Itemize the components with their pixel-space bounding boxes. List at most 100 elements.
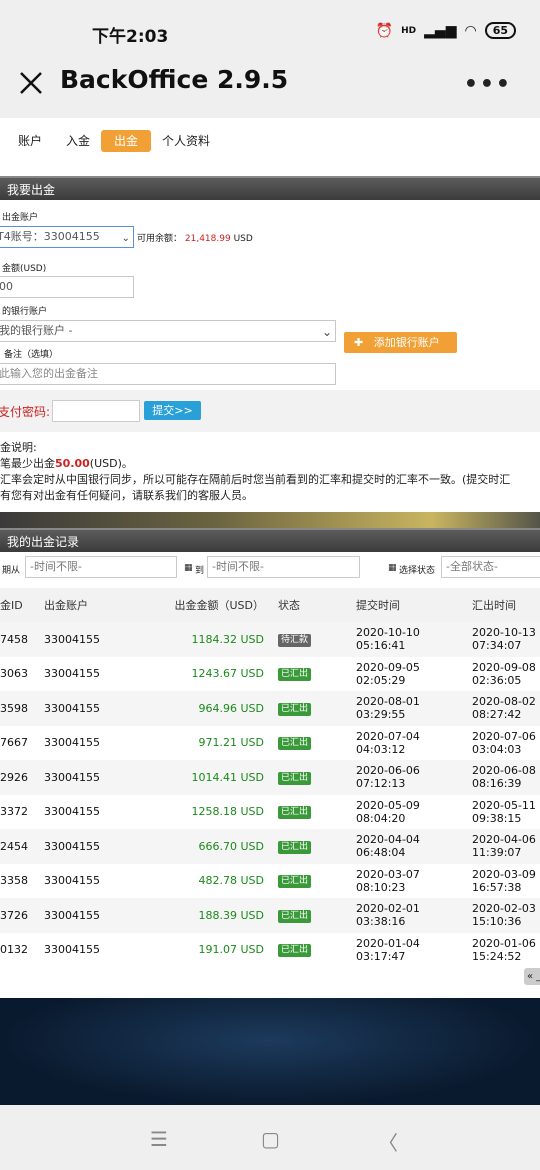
amount-cell: 971.21 USD [198, 736, 265, 750]
amount-input[interactable]: 00 [0, 276, 134, 298]
status-cell: 已汇出 [278, 795, 356, 830]
time-text: 07:12:13 [356, 777, 406, 791]
status-cell: 已汇出 [278, 657, 356, 692]
col-amount: 出金金额（USD） [130, 588, 278, 622]
date-text: 2020-02-03 [472, 902, 536, 916]
home-icon[interactable]: ▢ [261, 1127, 280, 1151]
account-cell: 33004155 [44, 874, 100, 888]
status-cell: 已汇出 [278, 726, 356, 761]
submit-button[interactable]: 提交>> [144, 401, 201, 420]
amount-cell: 964.96 USD [130, 691, 278, 726]
notes-title: 金说明: [0, 441, 37, 454]
account-select[interactable]: T4账号：33004155 ⌄ [0, 226, 134, 248]
chevron-down-icon: ⌄ [121, 233, 130, 244]
amount-label: 金额(USD) [2, 264, 47, 274]
date-from-input[interactable]: -时间不限- [25, 556, 177, 578]
status-time: 下午2:03 [92, 27, 169, 47]
status-badge: 待汇款 [278, 633, 312, 647]
date-text: 2020-09-08 [472, 660, 536, 674]
remit-time-cell: 2020-05-11 09:38:15 [472, 795, 540, 830]
date-to-input[interactable]: -时间不限- [207, 556, 360, 578]
time-text: 15:10:36 [472, 915, 522, 929]
submit-time-cell: 2020-10-10 05:16:41 [356, 622, 472, 657]
status-cell: 已汇出 [278, 864, 356, 899]
date-text: 2020-04-06 [472, 833, 536, 847]
remit-time-cell: 2020-03-09 16:57:38 [472, 864, 540, 899]
status-badge: 已汇出 [278, 909, 312, 923]
date-text: 2020-10-13 [472, 626, 536, 640]
status-badge: 已汇出 [278, 737, 312, 751]
amount-cell: 1184.32 USD [130, 622, 278, 657]
date-from-label: 期从 [2, 566, 21, 576]
status-cell: 已汇出 [278, 829, 356, 864]
submit-time-cell: 2020-02-01 03:38:16 [356, 898, 472, 933]
chevron-down-icon: ⌄ [321, 325, 332, 339]
time-text: 15:24:52 [472, 949, 522, 963]
time-text: 02:05:29 [356, 673, 406, 687]
date-to-label: 到 [195, 566, 205, 576]
close-icon[interactable] [16, 68, 46, 98]
remit-time-cell: 2020-04-06 11:39:07 [472, 829, 540, 864]
table-row: 2926 33004155 1014.41 USD 已汇出 2020-06-06 07:1… [0, 760, 540, 795]
table-row: 2454 33004155 666.70 USD 已汇出 2020-04-04 06:48… [0, 829, 540, 864]
table-row: 0132 33004155 191.07 USD 已汇出 2020-01-04 03:17… [0, 933, 540, 968]
date-text: 2020-07-04 [356, 729, 420, 743]
account-cell: 33004155 [44, 805, 100, 819]
id-cell: 7667 [0, 736, 28, 750]
pay-row: 支付密码: 提交>> [0, 390, 540, 432]
available-value: 21,418.99 [184, 234, 231, 244]
status-badge: 已汇出 [278, 771, 312, 785]
date-text: 2020-08-02 [472, 695, 536, 709]
background-image [0, 998, 540, 1105]
status-label: 选择状态 [399, 566, 436, 576]
notes-line-2: 汇率会定时从中国银行同步，所以可能存在隔前后时您当前看到的汇率和提交时的汇率不一… [0, 473, 511, 486]
status-cell: 已汇出 [278, 933, 356, 968]
pay-password-input[interactable] [52, 400, 140, 422]
date-text: 2020-10-10 [356, 626, 420, 640]
notes-text: 笔最少出金 [0, 457, 55, 470]
system-nav-bar: ☰ ▢ 〈 [0, 1105, 540, 1170]
col-id: 金ID [0, 588, 44, 622]
time-text: 04:03:12 [356, 742, 406, 756]
bank-select[interactable]: 我的银行账户 - ⌄ [0, 320, 336, 342]
min-amount: 50.00 [55, 457, 90, 470]
menu-icon[interactable]: ☰ [150, 1127, 168, 1151]
table-row: 3598 33004155 964.96 USD 已汇出 2020-08-01 03:29… [0, 691, 540, 726]
status-badge: 已汇出 [278, 806, 312, 820]
time-text: 11:39:07 [472, 846, 522, 860]
status-badge: 已汇出 [278, 668, 312, 682]
id-cell: 2454 [0, 829, 44, 864]
table-row: 3358 33004155 482.78 USD 已汇出 2020-03-07 08:10… [0, 864, 540, 899]
submit-time-cell: 2020-09-05 02:05:29 [356, 657, 472, 692]
tab-withdraw[interactable]: 出金 [101, 130, 152, 152]
time-text: 08:10:23 [356, 880, 406, 894]
more-menu-icon[interactable]: ••• [464, 72, 512, 97]
time-text: 08:04:20 [356, 811, 406, 825]
account-value: T4账号：33004155 [0, 230, 100, 243]
remit-time-cell: 2020-07-06 03:04:03 [472, 726, 540, 761]
time-text: 09:38:15 [472, 811, 522, 825]
app-title: BackOffice 2.9.5 [60, 65, 289, 94]
id-cell: 3372 [0, 805, 28, 819]
notes-text: (USD)。 [89, 457, 133, 470]
remit-time-cell: 2020-09-08 02:36:05 [472, 657, 540, 692]
tab-profile[interactable]: 个人资料 [158, 130, 214, 152]
note-input[interactable]: 此输入您的出金备注 [0, 363, 336, 385]
back-icon[interactable]: 〈 [378, 1127, 398, 1156]
app-bar: BackOffice 2.9.5 ••• [0, 62, 540, 118]
submit-time-cell: 2020-05-09 08:04:20 [356, 795, 472, 830]
decor-strip [0, 512, 540, 528]
pay-password-label: 支付密码: [0, 405, 51, 419]
tab-deposit[interactable]: 入金 [62, 130, 94, 152]
status-select[interactable]: -全部状态- [441, 556, 540, 578]
date-text: 2020-09-05 [356, 660, 420, 674]
status-badge: 已汇出 [278, 840, 312, 854]
add-bank-button[interactable]: ✚ 添加银行账户 [344, 332, 457, 353]
id-cell: 3598 [0, 691, 44, 726]
col-submit-time: 提交时间 [356, 588, 472, 622]
tab-account[interactable]: 账户 [14, 130, 46, 152]
pager-prev-button[interactable]: « _ [524, 968, 540, 985]
notes-line-1: 笔最少出金50.00(USD)。 [0, 456, 540, 472]
time-text: 03:38:16 [356, 915, 406, 929]
remit-time-cell: 2020-02-03 15:10:36 [472, 898, 540, 933]
